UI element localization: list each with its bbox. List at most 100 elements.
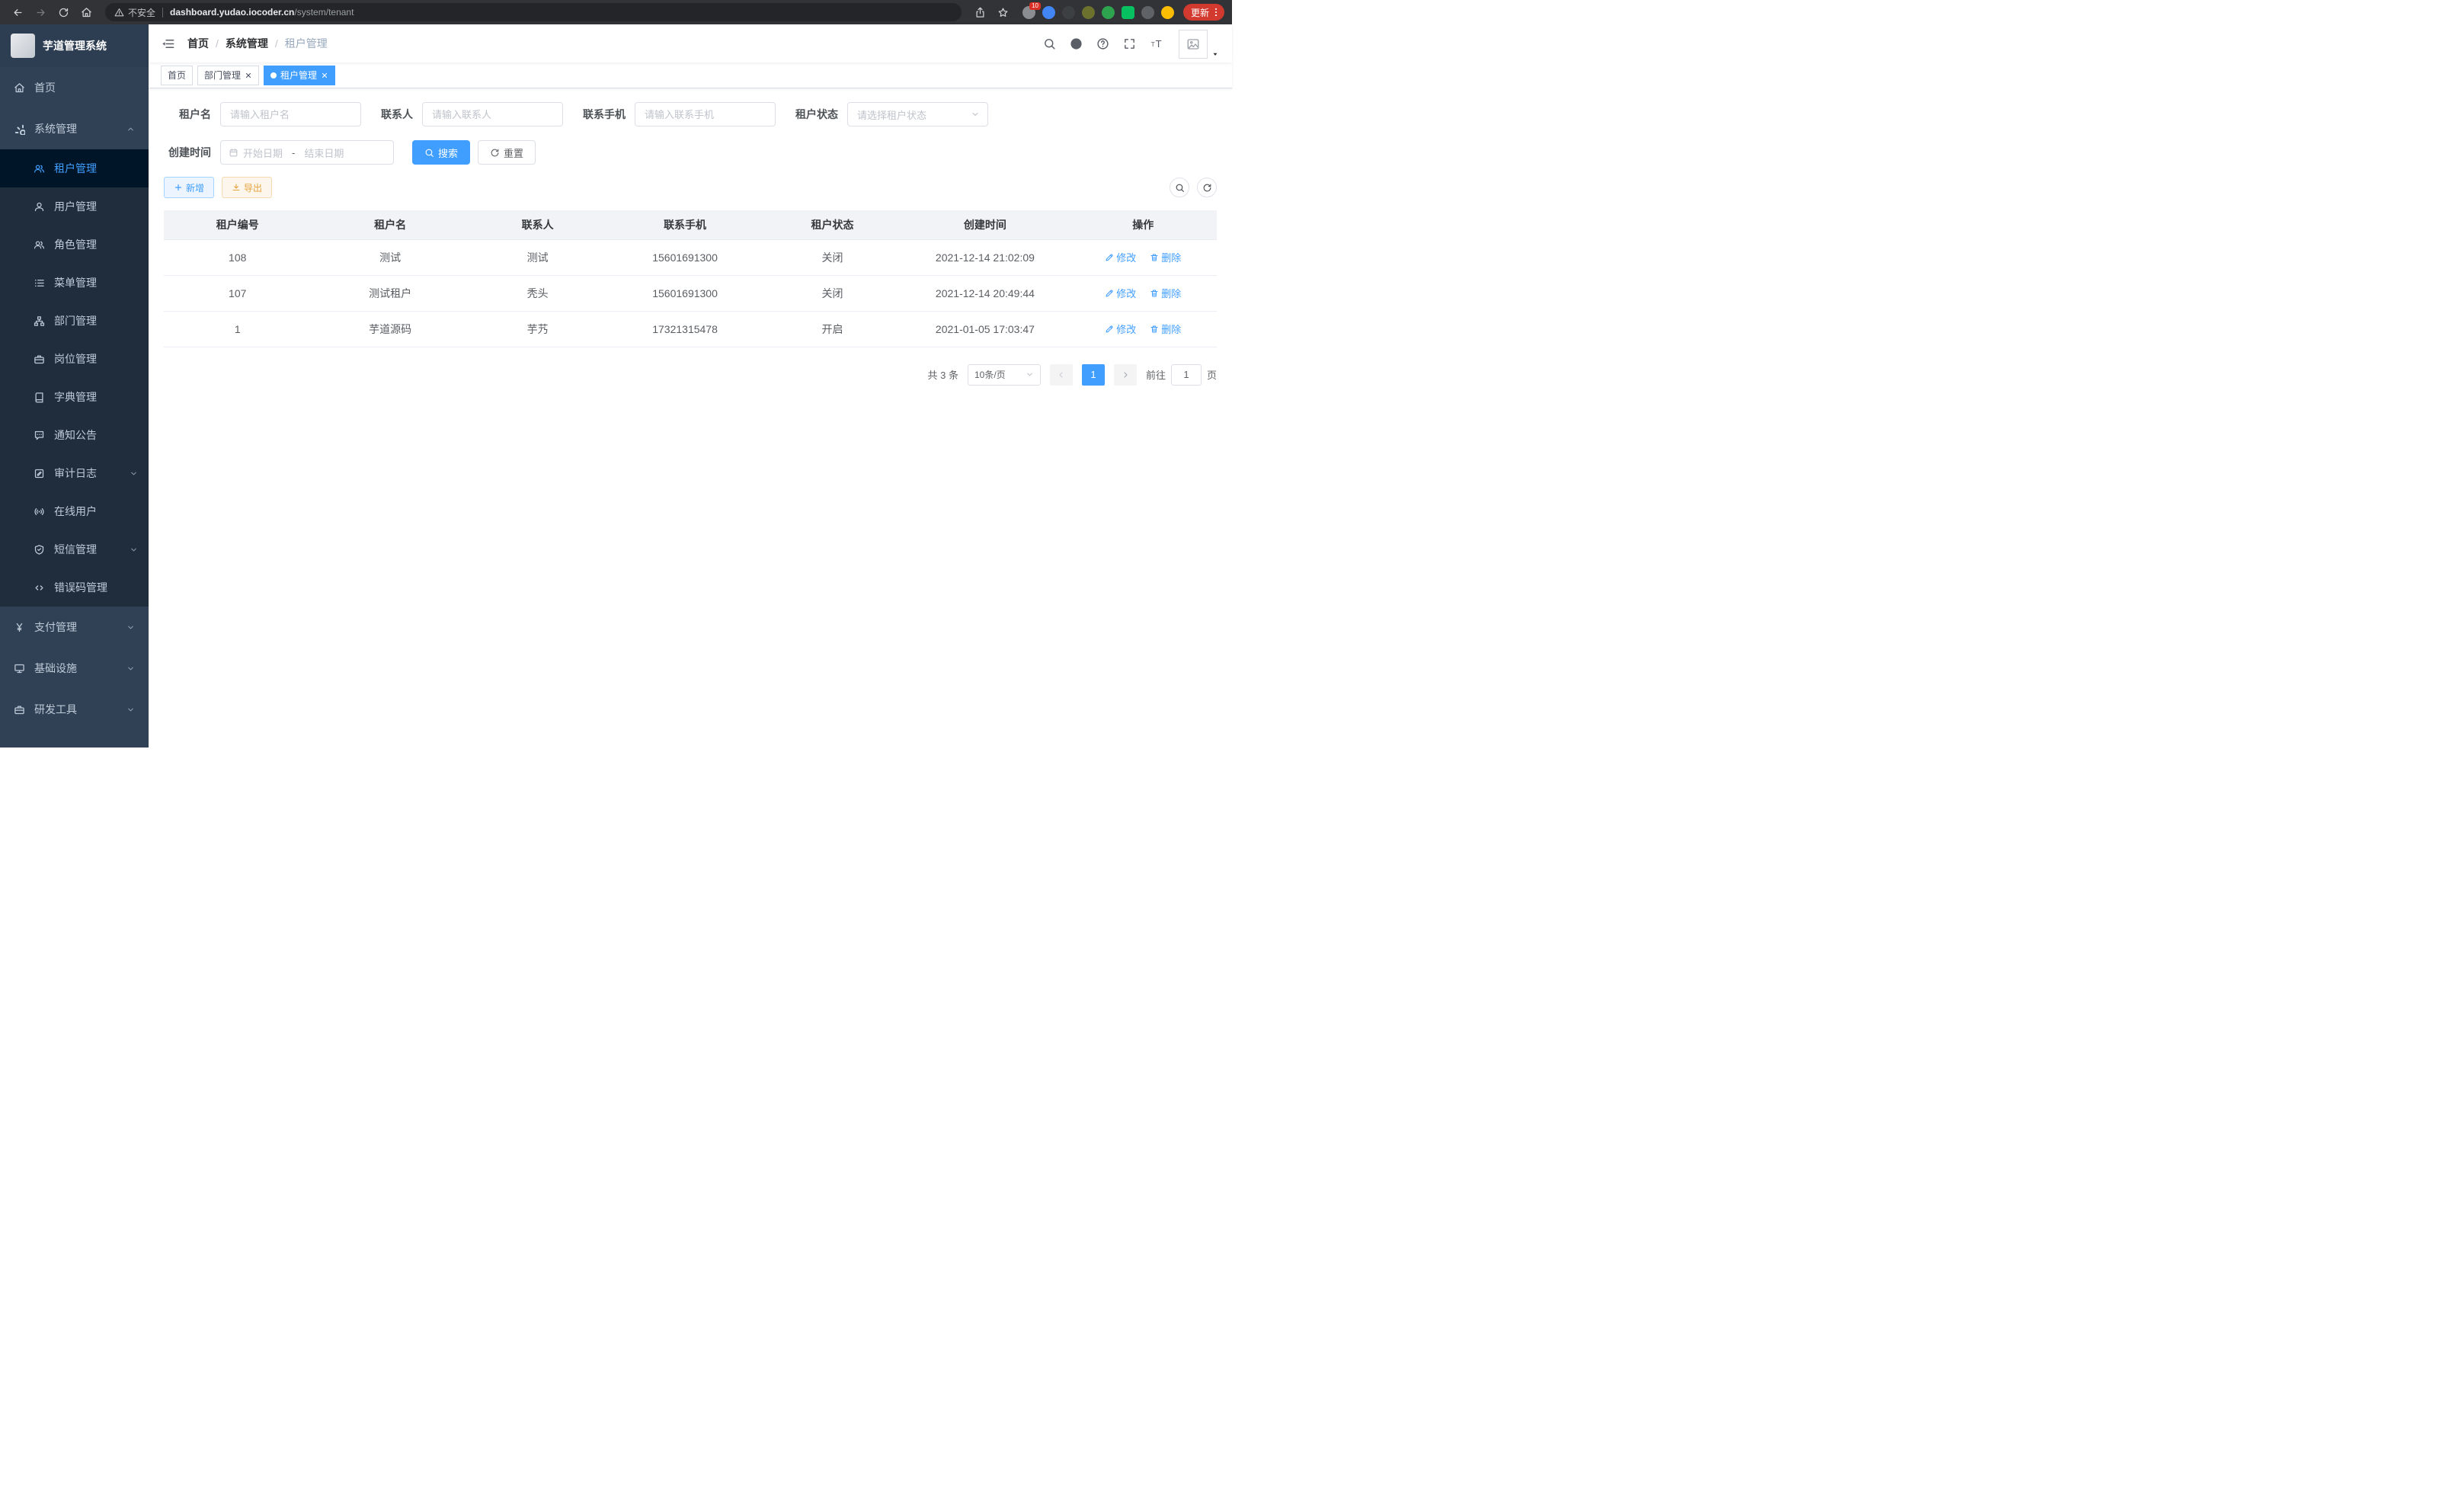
col-header-phone: 联系手机 [606, 210, 763, 239]
page-content: 租户名 联系人 联系手机 租户状态 请选择租户状态 [149, 88, 1232, 748]
extension-icon-green[interactable] [1102, 6, 1115, 19]
close-icon[interactable] [245, 72, 252, 79]
active-tag-dot [270, 72, 277, 78]
extension-icon-dark[interactable] [1062, 6, 1075, 19]
signal-icon [34, 506, 45, 517]
extension-icon-yellow[interactable] [1161, 6, 1174, 19]
bookmark-star-button[interactable] [994, 2, 1013, 22]
sidebar-item-dept[interactable]: 部门管理 [0, 302, 149, 340]
browser-update-button[interactable]: 更新 [1183, 4, 1224, 21]
address-bar[interactable]: 不安全 dashboard.yudao.iocoder.cn /system/t… [105, 3, 962, 21]
close-icon[interactable] [321, 72, 328, 79]
browser-home-button[interactable] [76, 2, 96, 22]
browser-back-button[interactable] [8, 2, 27, 22]
breadcrumb-home[interactable]: 首页 [187, 36, 209, 51]
next-page-button[interactable] [1114, 364, 1137, 386]
phone-input[interactable] [635, 102, 776, 126]
font-size-icon[interactable] [1150, 28, 1165, 59]
user-icon [34, 201, 45, 213]
current-page-button[interactable]: 1 [1082, 364, 1105, 386]
sidebar-item-online-user[interactable]: 在线用户 [0, 492, 149, 530]
sidebar-item-audit-log[interactable]: 审计日志 [0, 454, 149, 492]
trash-icon [1150, 289, 1159, 298]
extension-icon-adblock[interactable]: 10 [1022, 6, 1035, 19]
reset-button[interactable]: 重置 [478, 140, 536, 165]
delete-link[interactable]: 删除 [1150, 322, 1181, 336]
sidebar-item-devtools[interactable]: 研发工具 [0, 689, 149, 730]
sidebar-item-post[interactable]: 岗位管理 [0, 340, 149, 378]
sidebar-item-dict[interactable]: 字典管理 [0, 378, 149, 416]
end-date-placeholder: 结束日期 [304, 146, 344, 160]
extension-icon-blue[interactable] [1042, 6, 1055, 19]
sidebar-item-error-code[interactable]: 错误码管理 [0, 568, 149, 607]
sidebar-collapse-button[interactable] [149, 37, 187, 51]
delete-link[interactable]: 删除 [1150, 250, 1181, 264]
sidebar-item-payment[interactable]: 支付管理 [0, 607, 149, 648]
sidebar-item-notice[interactable]: 通知公告 [0, 416, 149, 454]
security-label: 不安全 [128, 6, 155, 19]
refresh-icon [490, 148, 500, 158]
browser-reload-button[interactable] [53, 2, 73, 22]
prev-page-button[interactable] [1050, 364, 1073, 386]
edit-icon [1105, 325, 1114, 334]
table-row: 1 芋道源码 芋艿 17321315478 开启 2021-01-05 17:0… [164, 311, 1217, 347]
sidebar-item-sms[interactable]: 短信管理 [0, 530, 149, 568]
status-select[interactable]: 请选择租户状态 [847, 102, 988, 126]
extension-icon-olive[interactable] [1082, 6, 1095, 19]
search-icon [1175, 183, 1185, 193]
breadcrumb-system[interactable]: 系统管理 [226, 36, 268, 51]
status-text: 开启 [764, 311, 901, 347]
gear-icon [14, 123, 25, 135]
sidebar-item-tenant[interactable]: 租户管理 [0, 149, 149, 187]
contact-input[interactable] [422, 102, 563, 126]
extension-icon-gray[interactable] [1141, 6, 1154, 19]
breadcrumb-current: 租户管理 [285, 36, 328, 51]
github-icon[interactable] [1070, 28, 1083, 59]
page-size-select[interactable]: 10条/页 [968, 364, 1041, 386]
tag-home[interactable]: 首页 [161, 66, 193, 85]
browser-toolbar: 不安全 dashboard.yudao.iocoder.cn /system/t… [0, 0, 1232, 24]
tenant-name-input[interactable] [220, 102, 361, 126]
extension-icon-wechat[interactable] [1122, 6, 1134, 19]
fullscreen-icon[interactable] [1123, 28, 1136, 59]
help-icon[interactable] [1096, 28, 1109, 59]
tag-tenant[interactable]: 租户管理 [264, 66, 335, 85]
col-header-created: 创建时间 [901, 210, 1069, 239]
sidebar-item-role[interactable]: 角色管理 [0, 226, 149, 264]
sidebar-item-home[interactable]: 首页 [0, 67, 149, 108]
export-button[interactable]: 导出 [222, 177, 272, 198]
sidebar-item-infra[interactable]: 基础设施 [0, 648, 149, 689]
date-range-picker[interactable]: 开始日期 - 结束日期 [220, 140, 394, 165]
caret-down-icon [1211, 50, 1220, 59]
navbar: 首页 / 系统管理 / 租户管理 [149, 24, 1232, 62]
search-icon[interactable] [1043, 28, 1056, 59]
table-row: 107 测试租户 秃头 15601691300 关闭 2021-12-14 20… [164, 275, 1217, 311]
table-header-row: 租户编号 租户名 联系人 联系手机 租户状态 创建时间 操作 [164, 210, 1217, 239]
message-icon [34, 430, 45, 441]
browser-forward-button[interactable] [30, 2, 50, 22]
user-avatar-menu[interactable] [1179, 30, 1220, 59]
goto-page-input[interactable] [1171, 364, 1202, 386]
edit-link[interactable]: 修改 [1105, 286, 1136, 300]
edit-link[interactable]: 修改 [1105, 322, 1136, 336]
app-logo[interactable]: 芋道管理系统 [0, 24, 149, 67]
avatar [1179, 30, 1208, 59]
sidebar-item-menu[interactable]: 菜单管理 [0, 264, 149, 302]
tenant-table: 租户编号 租户名 联系人 联系手机 租户状态 创建时间 操作 108 测试 测试 [164, 210, 1217, 347]
monitor-icon [14, 663, 25, 674]
org-tree-icon [34, 315, 45, 327]
browser-menu-dots-icon[interactable] [1211, 7, 1221, 18]
system-submenu: 租户管理 用户管理 角色管理 菜单管理 部门管理 岗位管理 [0, 149, 149, 607]
refresh-table-button[interactable] [1197, 178, 1217, 197]
date-range-separator: - [287, 147, 299, 158]
delete-link[interactable]: 删除 [1150, 286, 1181, 300]
tag-dept[interactable]: 部门管理 [197, 66, 259, 85]
search-button[interactable]: 搜索 [412, 140, 470, 165]
share-button[interactable] [971, 2, 990, 22]
add-button[interactable]: 新增 [164, 177, 214, 198]
url-path: /system/tenant [294, 7, 354, 18]
edit-link[interactable]: 修改 [1105, 250, 1136, 264]
toggle-search-button[interactable] [1170, 178, 1189, 197]
sidebar-item-system[interactable]: 系统管理 [0, 108, 149, 149]
sidebar-item-user[interactable]: 用户管理 [0, 187, 149, 226]
